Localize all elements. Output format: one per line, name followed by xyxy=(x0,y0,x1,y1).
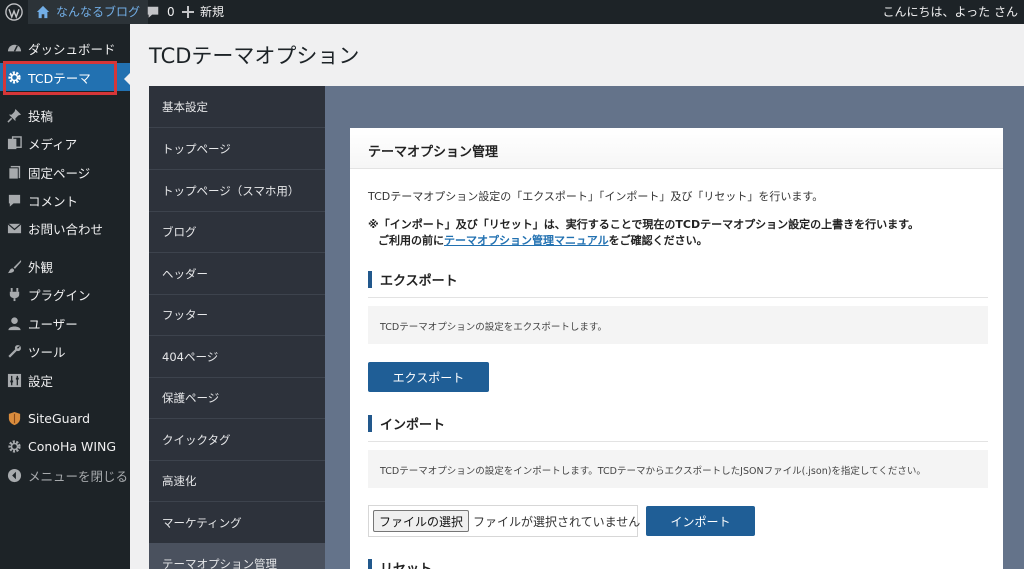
sidebar-item-appearance[interactable]: 外観 xyxy=(0,252,130,280)
howdy-text: こんにちは、よった さん xyxy=(882,5,1018,19)
sidebar-item-conoha-wing[interactable]: ConoHa WING xyxy=(0,432,130,460)
pin-icon xyxy=(6,107,22,123)
export-note: TCDテーマオプションの設定をエクスポートします。 xyxy=(368,306,988,344)
choose-file-button[interactable]: ファイルの選択 xyxy=(373,510,470,532)
export-button[interactable]: エクスポート xyxy=(368,362,489,392)
sidebar-item-tools[interactable]: ツール xyxy=(0,337,130,365)
gear-icon xyxy=(6,438,22,454)
tab-footer[interactable]: フッター xyxy=(149,294,325,336)
sidebar-item-label: ツール xyxy=(28,344,66,360)
tab-blog[interactable]: ブログ xyxy=(149,211,325,253)
current-menu-arrow xyxy=(124,72,131,86)
plugin-icon xyxy=(6,286,22,302)
tab-speedup[interactable]: 高速化 xyxy=(149,460,325,502)
options-panel: テーマオプション管理 TCDテーマオプション設定の「エクスポート」「インポート」… xyxy=(350,128,1003,569)
sidebar-item-plugins[interactable]: プラグイン xyxy=(0,280,130,308)
comments-link[interactable]: 0 xyxy=(140,0,181,24)
mail-icon xyxy=(6,220,22,236)
sidebar-item-media[interactable]: メディア xyxy=(0,129,130,157)
collapse-menu-button[interactable]: メニューを閉じる xyxy=(0,461,130,489)
sidebar-item-pages[interactable]: 固定ページ xyxy=(0,158,130,186)
sidebar-item-settings[interactable]: 設定 xyxy=(0,366,130,394)
sidebar-item-label: ConoHa WING xyxy=(28,438,117,454)
new-content-link[interactable]: 新規 xyxy=(178,0,228,24)
comment-icon xyxy=(6,192,22,208)
tab-quicktag[interactable]: クイックタグ xyxy=(149,419,325,461)
file-status: ファイルが選択されていません xyxy=(473,514,641,529)
tab-theme-option-management[interactable]: テーマオプション管理 xyxy=(149,543,325,569)
dashboard-icon xyxy=(6,40,22,56)
panel-title: テーマオプション管理 xyxy=(350,128,1003,169)
comment-count: 0 xyxy=(167,5,175,19)
site-name-link[interactable]: なんなるブログ xyxy=(28,0,149,24)
wrench-icon xyxy=(6,343,22,359)
wordpress-logo-icon[interactable] xyxy=(0,0,28,24)
comment-icon xyxy=(147,6,159,18)
sidebar-item-posts[interactable]: 投稿 xyxy=(0,101,130,129)
media-icon xyxy=(6,135,22,151)
tab-basic[interactable]: 基本設定 xyxy=(149,86,325,128)
warning-prefix: ご利用の前に xyxy=(378,234,444,247)
sidebar-item-comments[interactable]: コメント xyxy=(0,186,130,214)
sidebar-item-label: SiteGuard xyxy=(28,410,91,426)
tab-marketing[interactable]: マーケティング xyxy=(149,502,325,544)
settings-icon xyxy=(6,372,22,388)
export-section-title: エクスポート xyxy=(368,270,988,298)
tab-protected-page[interactable]: 保護ページ xyxy=(149,377,325,419)
sidebar-item-label: メディア xyxy=(28,136,78,152)
import-section-title: インポート xyxy=(368,414,988,442)
highlight-annotation xyxy=(3,61,117,95)
sidebar-item-label: お問い合わせ xyxy=(28,221,104,237)
sidebar-item-label: 固定ページ xyxy=(28,165,91,181)
tab-404[interactable]: 404ページ xyxy=(149,336,325,378)
sidebar-item-label: メニューを閉じる xyxy=(28,468,129,484)
sidebar-item-label: プラグイン xyxy=(28,287,91,303)
brush-icon xyxy=(6,258,22,274)
reset-section-title: リセット xyxy=(368,558,988,569)
options-tabs: 基本設定 トップページ トップページ（スマホ用） ブログ ヘッダー フッター 4… xyxy=(149,86,325,569)
sidebar-item-dashboard[interactable]: ダッシュボード xyxy=(0,34,130,62)
warning-line-1: ※「インポート」及び「リセット」は、実行することで現在のTCDテーマオプション設… xyxy=(368,218,919,231)
account-menu[interactable]: こんにちは、よった さん xyxy=(877,0,1024,24)
file-input[interactable]: ファイルの選択 ファイルが選択されていません xyxy=(368,505,641,537)
site-name-label: なんなるブログ xyxy=(56,5,141,19)
sidebar-item-label: 外観 xyxy=(28,259,54,275)
panel-intro: TCDテーマオプション設定の「エクスポート」「インポート」及び「リセット」を行い… xyxy=(368,190,824,203)
manual-link[interactable]: テーマオプション管理マニュアル xyxy=(444,234,609,247)
sidebar-item-contact[interactable]: お問い合わせ xyxy=(0,214,130,242)
collapse-icon xyxy=(6,467,22,483)
sidebar-item-label: ダッシュボード xyxy=(28,41,116,57)
user-icon xyxy=(6,315,22,331)
sidebar-item-label: コメント xyxy=(28,193,79,209)
tab-top-page-mobile[interactable]: トップページ（スマホ用） xyxy=(149,170,325,212)
sidebar-item-label: ユーザー xyxy=(28,316,78,332)
sidebar-item-siteguard[interactable]: SiteGuard xyxy=(0,404,130,432)
warning-line-2: ご利用の前にテーマオプション管理マニュアルをご確認ください。 xyxy=(378,232,708,248)
import-note: TCDテーマオプションの設定をインポートします。TCDテーマからエクスポートした… xyxy=(368,450,988,488)
tab-top-page[interactable]: トップページ xyxy=(149,128,325,170)
import-button[interactable]: インポート xyxy=(646,506,755,536)
page-title: TCDテーマオプション xyxy=(149,44,360,68)
admin-bar: なんなるブログ 0 新規 こんにちは、よった さん xyxy=(0,0,1024,24)
sidebar-item-label: 投稿 xyxy=(28,108,54,124)
tab-header[interactable]: ヘッダー xyxy=(149,253,325,295)
plus-icon xyxy=(182,6,194,18)
home-icon xyxy=(36,5,50,19)
admin-sidebar: ダッシュボード TCDテーマ 投稿 メディア 固定ページ コメント お問い合わせ… xyxy=(0,24,130,569)
new-label: 新規 xyxy=(200,5,225,19)
sidebar-item-label: 設定 xyxy=(28,373,54,389)
siteguard-icon xyxy=(6,410,22,426)
sidebar-item-users[interactable]: ユーザー xyxy=(0,309,130,337)
warning-suffix: をご確認ください。 xyxy=(608,234,708,247)
page-icon xyxy=(6,164,22,180)
